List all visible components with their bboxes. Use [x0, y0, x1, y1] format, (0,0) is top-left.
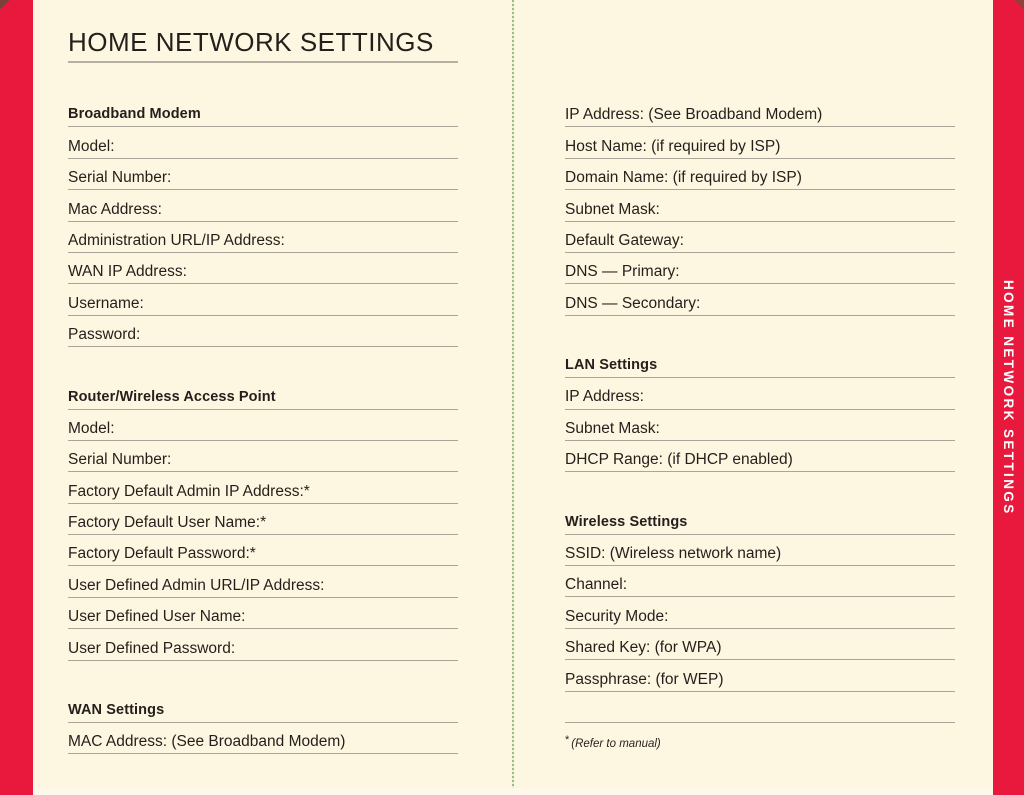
field-row[interactable]: Factory Default Password:* [68, 535, 458, 567]
field-label: Model: [68, 137, 115, 155]
field-row[interactable]: User Defined Admin URL/IP Address: [68, 566, 458, 598]
bottom-edge-strip [33, 788, 993, 795]
field-row[interactable]: Subnet Mask: [565, 410, 955, 441]
section-heading-row: Wireless Settings [565, 503, 955, 535]
field-label: WAN IP Address: [68, 263, 187, 281]
section-heading-label: Broadband Modem [68, 106, 201, 123]
field-label: DNS — Secondary: [565, 294, 701, 312]
section-heading-label: WAN Settings [68, 702, 165, 719]
field-label: Factory Default User Name:* [68, 514, 267, 532]
section-heading-label: LAN Settings [565, 357, 658, 374]
field-row[interactable]: Password: [68, 316, 458, 348]
corner-artifact-right [1010, 0, 1024, 10]
field-row[interactable]: IP Address: [565, 378, 955, 410]
field-row[interactable]: Security Mode: [565, 597, 955, 629]
field-row[interactable]: Passphrase: (for WEP) [565, 660, 955, 692]
field-row[interactable]: Host Name: (if required by ISP) [565, 127, 955, 159]
field-label: Serial Number: [68, 451, 172, 469]
notebook-page: HOME NETWORK SETTINGS HOME NETWORK SETTI… [0, 0, 1024, 795]
left-column: Broadband Modem Model: Serial Number: Mac A… [68, 96, 458, 755]
field-row[interactable]: DNS — Secondary: [565, 284, 955, 316]
field-label: SSID: (Wireless network name) [565, 545, 782, 563]
field-row[interactable]: Model: [68, 127, 458, 159]
field-label: IP Address: (See Broadband Modem) [565, 106, 823, 124]
field-label: MAC Address: (See Broadband Modem) [68, 733, 346, 751]
left-red-band [0, 0, 33, 795]
footnote: * (Refer to manual) [565, 734, 955, 750]
field-row[interactable]: WAN IP Address: [68, 253, 458, 285]
field-row[interactable]: Username: [68, 284, 458, 316]
page-title: HOME NETWORK SETTINGS [68, 29, 458, 63]
footnote-asterisk: * [565, 734, 570, 747]
field-label: Channel: [565, 576, 628, 594]
field-label: Domain Name: (if required by ISP) [565, 169, 802, 187]
field-row[interactable]: Domain Name: (if required by ISP) [565, 159, 955, 191]
field-label: Host Name: (if required by ISP) [565, 137, 781, 155]
field-row[interactable]: DHCP Range: (if DHCP enabled) [565, 441, 955, 473]
section-heading-row: LAN Settings [565, 347, 955, 379]
field-row[interactable]: Mac Address: [68, 190, 458, 222]
field-label: Default Gateway: [565, 231, 684, 249]
field-label: Subnet Mask: [565, 200, 660, 218]
field-label: User Defined Password: [68, 639, 236, 657]
section-heading-label: Wireless Settings [565, 513, 688, 530]
field-row[interactable]: User Defined User Name: [68, 598, 458, 630]
field-row[interactable]: Factory Default Admin IP Address:* [68, 472, 458, 504]
field-label: Mac Address: [68, 200, 162, 218]
field-row[interactable]: Factory Default User Name:* [68, 504, 458, 536]
field-row[interactable]: Subnet Mask: [565, 190, 955, 222]
field-row[interactable]: DNS — Primary: [565, 253, 955, 285]
section-heading-label: Router/Wireless Access Point [68, 388, 276, 405]
field-row[interactable]: SSID: (Wireless network name) [565, 535, 955, 567]
right-red-tab [993, 0, 1024, 795]
field-row[interactable]: MAC Address: (See Broadband Modem) [68, 723, 458, 755]
field-label: IP Address: [565, 388, 644, 406]
field-label: Subnet Mask: [565, 419, 660, 437]
field-label: DNS — Primary: [565, 263, 680, 281]
field-label: Username: [68, 294, 144, 312]
section-heading-row: Broadband Modem [68, 96, 458, 128]
field-row[interactable]: IP Address: (See Broadband Modem) [565, 96, 955, 128]
field-label: User Defined User Name: [68, 608, 246, 626]
page-spine-divider [512, 0, 514, 795]
field-label: DHCP Range: (if DHCP enabled) [565, 451, 793, 469]
field-label: Serial Number: [68, 169, 172, 187]
field-row[interactable]: Model: [68, 410, 458, 441]
right-column: IP Address: (See Broadband Modem) Host Na… [565, 96, 955, 750]
field-row[interactable]: Default Gateway: [565, 222, 955, 253]
section-heading-row: WAN Settings [68, 692, 458, 724]
blank-write-in-line[interactable] [565, 692, 955, 724]
field-row[interactable]: User Defined Password: [68, 629, 458, 661]
field-label: Passphrase: (for WEP) [565, 670, 724, 688]
field-label: Password: [68, 326, 141, 344]
field-row[interactable]: Serial Number: [68, 441, 458, 473]
field-row[interactable]: Administration URL/IP Address: [68, 222, 458, 253]
field-label: Factory Default Admin IP Address:* [68, 482, 310, 500]
field-label: Security Mode: [565, 607, 669, 625]
footnote-text: (Refer to manual) [571, 738, 661, 751]
field-label: Factory Default Password:* [68, 545, 256, 563]
section-heading-row: Router/Wireless Access Point [68, 378, 458, 410]
field-label: Model: [68, 419, 115, 437]
field-label: Shared Key: (for WPA) [565, 639, 722, 657]
field-row[interactable]: Shared Key: (for WPA) [565, 629, 955, 661]
field-label: Administration URL/IP Address: [68, 231, 285, 249]
field-row[interactable]: Serial Number: [68, 159, 458, 191]
field-label: User Defined Admin URL/IP Address: [68, 576, 325, 594]
corner-artifact [0, 0, 12, 9]
field-row[interactable]: Channel: [565, 566, 955, 598]
